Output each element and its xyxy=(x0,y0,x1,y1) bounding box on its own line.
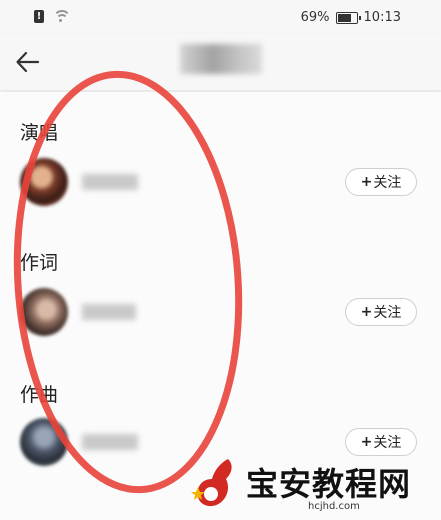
section-title-composer: 作曲 xyxy=(20,384,59,406)
follow-label: 关注 xyxy=(373,435,402,451)
page-title-obscured xyxy=(180,44,262,74)
follow-button[interactable]: + 关注 xyxy=(345,298,417,326)
alert-icon: ! xyxy=(34,9,44,23)
artist-name-obscured xyxy=(82,434,138,450)
list-item[interactable]: + 关注 xyxy=(0,288,441,348)
watermark-brand: 宝安教程网 xyxy=(246,465,412,503)
section-title-lyricist: 作词 xyxy=(20,252,59,274)
artist-name-obscured xyxy=(82,304,136,320)
clock: 10:13 xyxy=(363,10,401,25)
avatar[interactable] xyxy=(20,418,68,466)
avatar[interactable] xyxy=(20,158,68,206)
follow-label: 关注 xyxy=(373,175,402,191)
battery-percent: 69% xyxy=(300,10,330,25)
status-bar: ! 69% 10:13 xyxy=(0,0,441,34)
watermark-site: hcjhd.com xyxy=(308,501,360,512)
site-watermark: 宝安教程网 hcjhd.com xyxy=(190,455,430,517)
top-app-bar xyxy=(0,34,441,90)
artist-name-obscured xyxy=(82,174,138,190)
list-item[interactable]: + 关注 xyxy=(0,158,441,218)
watermark-logo-icon xyxy=(191,459,232,507)
follow-button[interactable]: + 关注 xyxy=(345,428,417,456)
status-icons-right: 69% 10:13 xyxy=(301,10,401,25)
plus-icon: + xyxy=(360,304,373,320)
back-arrow-icon[interactable] xyxy=(14,48,42,76)
section-title-singer: 演唱 xyxy=(20,122,59,144)
follow-label: 关注 xyxy=(373,305,402,321)
status-icons-left: ! xyxy=(34,9,71,23)
plus-icon: + xyxy=(360,174,373,190)
plus-icon: + xyxy=(360,434,373,450)
avatar[interactable] xyxy=(20,288,68,336)
follow-button[interactable]: + 关注 xyxy=(345,168,417,196)
wifi-icon xyxy=(52,9,71,23)
battery-icon xyxy=(335,11,361,24)
